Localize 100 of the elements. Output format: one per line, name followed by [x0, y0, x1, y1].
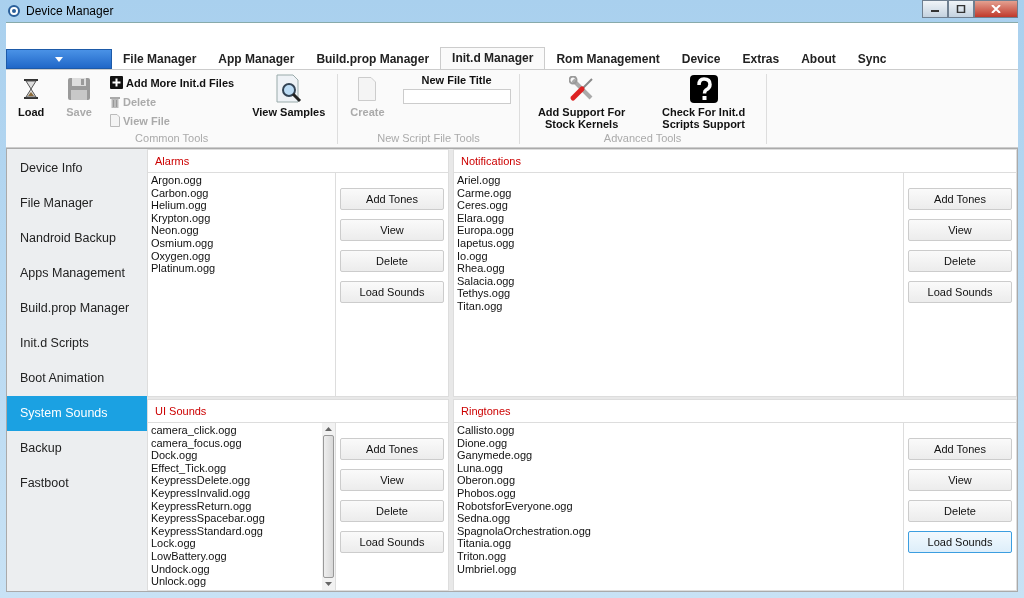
list-item[interactable]: Elara.ogg: [457, 211, 900, 225]
maximize-icon: [956, 5, 966, 13]
panel-button[interactable]: Delete: [340, 250, 444, 272]
panel-button[interactable]: Load Sounds: [340, 531, 444, 553]
minimize-button[interactable]: [922, 0, 948, 18]
sidebar-item[interactable]: Apps Management: [7, 256, 147, 291]
list-item[interactable]: LowBattery.ogg: [151, 549, 319, 563]
list-item[interactable]: Ariel.ogg: [457, 174, 900, 187]
panel-button[interactable]: Add Tones: [908, 188, 1012, 210]
scroll-thumb[interactable]: [323, 435, 334, 578]
panel-button[interactable]: View: [340, 219, 444, 241]
list-item[interactable]: Oxygen.ogg: [151, 249, 332, 263]
list-item[interactable]: Helium.ogg: [151, 199, 332, 212]
list-item[interactable]: Krypton.ogg: [151, 211, 332, 225]
list-item[interactable]: Rhea.ogg: [457, 262, 900, 275]
list-item[interactable]: Phobos.ogg: [457, 486, 900, 500]
title-input-field[interactable]: [402, 89, 511, 104]
list-item[interactable]: Effect_Tick.ogg: [151, 461, 319, 475]
panel-button[interactable]: Load Sounds: [340, 281, 444, 303]
close-button[interactable]: [974, 0, 1018, 18]
list-item[interactable]: Io.ogg: [457, 249, 900, 263]
list-item[interactable]: Oberon.ogg: [457, 474, 900, 487]
toolbar-button[interactable]: Check For Init.d Scripts Support: [649, 74, 758, 130]
sidebar-item[interactable]: Fastboot: [7, 466, 147, 501]
list-item[interactable]: Dione.ogg: [457, 436, 900, 450]
list-item[interactable]: Europa.ogg: [457, 224, 900, 237]
list-item[interactable]: Salacia.ogg: [457, 274, 900, 288]
sidebar-item[interactable]: Build.prop Manager: [7, 291, 147, 326]
list-item[interactable]: camera_click.ogg: [151, 424, 319, 437]
list-item[interactable]: Osmium.ogg: [151, 236, 332, 250]
app-menu-button[interactable]: [6, 49, 112, 69]
list-item[interactable]: KeypressDelete.ogg: [151, 474, 319, 487]
list-item[interactable]: Neon.ogg: [151, 224, 332, 237]
sidebar-item[interactable]: Device Info: [7, 151, 147, 186]
tab[interactable]: Device: [670, 49, 732, 69]
list-item[interactable]: Carbon.ogg: [151, 186, 332, 200]
list-item[interactable]: Ceres.ogg: [457, 199, 900, 212]
panel-title: Ringtones: [461, 405, 511, 417]
sidebar-item[interactable]: Backup: [7, 431, 147, 466]
tab[interactable]: Build.prop Manager: [305, 49, 441, 69]
arrow-down-icon: [325, 582, 332, 586]
list-item[interactable]: KeypressStandard.ogg: [151, 524, 319, 538]
panel-button[interactable]: View: [908, 219, 1012, 241]
panel-button[interactable]: Delete: [908, 500, 1012, 522]
toolbar-button[interactable]: Load: [14, 74, 49, 118]
close-icon: [991, 5, 1001, 13]
list-item[interactable]: SpagnolaOrchestration.ogg: [457, 524, 900, 538]
page-icon: [358, 77, 377, 101]
toolbar-button[interactable]: Add Support For Stock Kernels: [527, 74, 636, 130]
panel-button[interactable]: View: [340, 469, 444, 491]
panel-button[interactable]: Add Tones: [908, 438, 1012, 460]
panel-button[interactable]: Delete: [340, 500, 444, 522]
magnifier-document-icon: [275, 74, 302, 104]
panel-button[interactable]: Add Tones: [340, 188, 444, 210]
list-item[interactable]: Callisto.ogg: [457, 424, 900, 437]
list-item[interactable]: Ganymede.ogg: [457, 449, 900, 462]
list-item[interactable]: Luna.ogg: [457, 461, 900, 475]
list-item[interactable]: Umbriel.ogg: [457, 562, 900, 576]
maximize-button[interactable]: [948, 0, 974, 18]
tab[interactable]: Sync: [846, 49, 898, 69]
panel-button[interactable]: Add Tones: [340, 438, 444, 460]
tab[interactable]: Init.d Manager: [440, 47, 546, 69]
scrollbar[interactable]: [322, 423, 335, 590]
list-item[interactable]: Iapetus.ogg: [457, 236, 900, 250]
list-item[interactable]: Argon.ogg: [151, 174, 332, 187]
sidebar-item[interactable]: Boot Animation: [7, 361, 147, 396]
list-item[interactable]: KeypressInvalid.ogg: [151, 486, 319, 500]
plus-icon: [110, 76, 123, 89]
tab[interactable]: About: [790, 49, 847, 69]
list-item[interactable]: Lock.ogg: [151, 537, 319, 550]
list-item[interactable]: RobotsforEveryone.ogg: [457, 499, 900, 513]
list-item[interactable]: Carme.ogg: [457, 186, 900, 200]
panel-title: UI Sounds: [155, 405, 207, 417]
wrench-screwdriver-icon: [568, 76, 595, 102]
tab[interactable]: File Manager: [112, 49, 208, 69]
sidebar-item[interactable]: Nandroid Backup: [7, 221, 147, 256]
list-item[interactable]: Undock.ogg: [151, 562, 319, 576]
list-item[interactable]: Sedna.ogg: [457, 512, 900, 525]
list-item[interactable]: Dock.ogg: [151, 449, 319, 462]
list-item[interactable]: Tethys.ogg: [457, 287, 900, 300]
tab[interactable]: Extras: [731, 49, 791, 69]
tab[interactable]: App Manager: [207, 49, 306, 69]
list-item[interactable]: camera_focus.ogg: [151, 436, 319, 450]
tab[interactable]: Rom Management: [545, 49, 671, 69]
panel-button[interactable]: Delete: [908, 250, 1012, 272]
panel-button[interactable]: Load Sounds: [908, 281, 1012, 303]
list-item[interactable]: Triton.ogg: [457, 549, 900, 563]
list-item[interactable]: Titan.ogg: [457, 299, 900, 313]
group-label: New Script File Tools: [376, 132, 481, 144]
sidebar-item[interactable]: Init.d Scripts: [7, 326, 147, 361]
list-item[interactable]: KeypressReturn.ogg: [151, 499, 319, 513]
sidebar-item[interactable]: File Manager: [7, 186, 147, 221]
panel-button[interactable]: View: [908, 469, 1012, 491]
list-item[interactable]: Titania.ogg: [457, 537, 900, 550]
toolbar-button[interactable]: Add More Init.d Files: [110, 76, 235, 89]
list-item[interactable]: Platinum.ogg: [151, 262, 332, 275]
toolbar-button[interactable]: View Samples: [248, 74, 330, 118]
list-item[interactable]: Unlock.ogg: [151, 575, 319, 588]
list-item[interactable]: KeypressSpacebar.ogg: [151, 512, 319, 525]
panel-button[interactable]: Load Sounds: [908, 531, 1012, 553]
